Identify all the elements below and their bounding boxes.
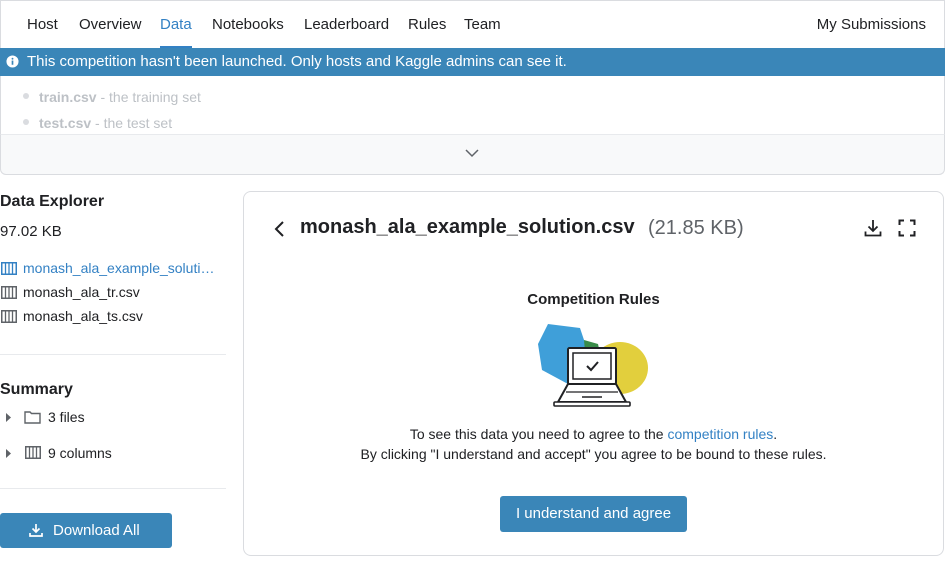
preview-file-name: monash_ala_example_solution.csv bbox=[300, 216, 635, 238]
back-arrow-icon[interactable] bbox=[273, 220, 285, 238]
agree-prefix: To see this data you need to agree to th… bbox=[409, 426, 668, 442]
table-icon bbox=[1, 310, 17, 323]
table-icon bbox=[1, 286, 17, 299]
total-size: 97.02 KB bbox=[0, 223, 62, 240]
agree-button[interactable]: I understand and agree bbox=[500, 496, 687, 532]
tab-overview[interactable]: Overview bbox=[79, 16, 142, 33]
table-icon bbox=[25, 446, 41, 459]
bullet-icon bbox=[23, 93, 29, 100]
tab-team[interactable]: Team bbox=[464, 16, 501, 33]
file-name: train.csv bbox=[39, 89, 97, 105]
download-all-label: Download All bbox=[53, 522, 140, 539]
agree-instruction: To see this data you need to agree to th… bbox=[244, 426, 943, 442]
competition-rules-title: Competition Rules bbox=[527, 291, 660, 308]
table-icon bbox=[1, 262, 17, 275]
top-nav: Host Overview Data Notebooks Leaderboard… bbox=[0, 0, 945, 49]
divider bbox=[0, 354, 226, 355]
file-label: monash_ala_ts.csv bbox=[23, 308, 143, 324]
caret-right-icon bbox=[6, 449, 11, 458]
competition-rules-link[interactable]: competition rules bbox=[667, 426, 773, 442]
list-item: train.csv - the training set bbox=[23, 89, 201, 105]
file-description: - the test set bbox=[91, 115, 173, 131]
my-submissions-link[interactable]: My Submissions bbox=[817, 16, 926, 33]
bullet-icon bbox=[23, 119, 29, 126]
agree-suffix: . bbox=[773, 426, 778, 442]
banner-text: This competition hasn't been launched. O… bbox=[27, 53, 567, 70]
fullscreen-icon[interactable] bbox=[898, 219, 916, 237]
chevron-down-icon bbox=[465, 149, 479, 158]
tab-data[interactable]: Data bbox=[160, 16, 192, 33]
file-name: test.csv bbox=[39, 115, 92, 131]
divider bbox=[0, 488, 226, 489]
download-all-button[interactable]: Download All bbox=[0, 513, 172, 548]
list-item: test.csv - the test set bbox=[23, 115, 172, 131]
tab-host[interactable]: Host bbox=[27, 16, 58, 33]
tab-rules[interactable]: Rules bbox=[408, 16, 446, 33]
launch-warning-banner: This competition hasn't been launched. O… bbox=[0, 48, 945, 76]
data-description: train.csv - the training set test.csv - … bbox=[0, 76, 945, 134]
download-icon[interactable] bbox=[864, 219, 882, 237]
file-label: monash_ala_tr.csv bbox=[23, 284, 140, 300]
agree-terms-text: By clicking "I understand and accept" yo… bbox=[360, 446, 827, 462]
summary-title: Summary bbox=[0, 381, 73, 398]
file-preview-panel: monash_ala_example_solution.csv (21.85 K… bbox=[243, 191, 944, 556]
info-icon bbox=[6, 55, 19, 68]
file-label: monash_ala_example_solution.csv bbox=[23, 260, 219, 276]
tab-notebooks[interactable]: Notebooks bbox=[212, 16, 284, 33]
tab-leaderboard[interactable]: Leaderboard bbox=[304, 16, 389, 33]
expand-description-button[interactable] bbox=[0, 134, 945, 175]
summary-columns-label: 9 columns bbox=[48, 445, 112, 461]
summary-files-label: 3 files bbox=[48, 409, 85, 425]
file-description: - the training set bbox=[96, 89, 201, 105]
preview-file-size: (21.85 KB) bbox=[648, 217, 744, 239]
data-explorer-title: Data Explorer bbox=[0, 193, 105, 210]
folder-icon bbox=[24, 411, 41, 424]
download-icon bbox=[29, 524, 43, 537]
caret-right-icon bbox=[6, 413, 11, 422]
laptop-illustration-icon bbox=[538, 324, 648, 407]
